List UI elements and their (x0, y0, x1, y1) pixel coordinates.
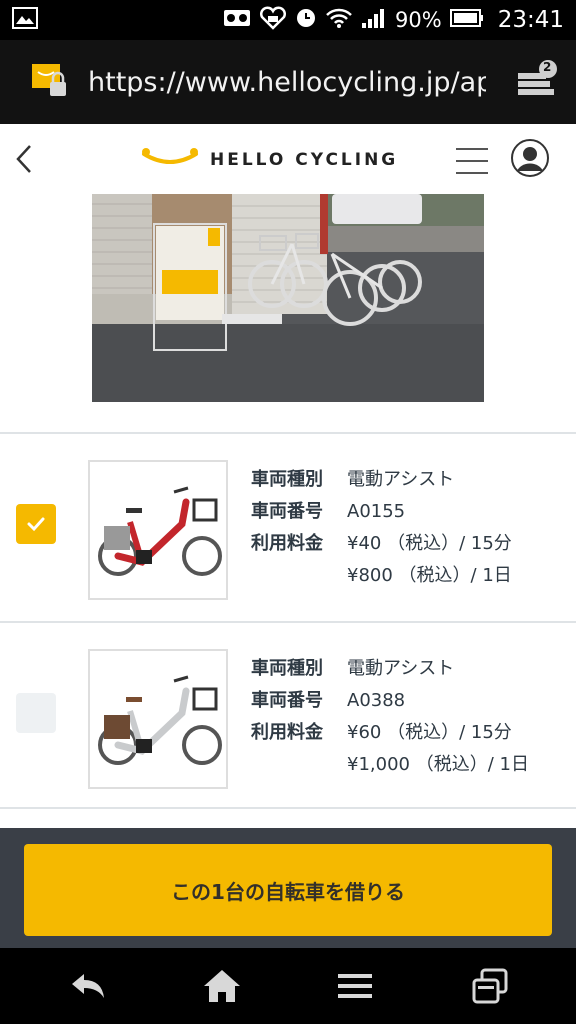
bike-1-checkbox[interactable] (16, 504, 56, 544)
logo-icon (140, 146, 200, 174)
bike-2-type-row: 車両種別 電動アシスト (251, 653, 529, 685)
bike-2-info: 車両種別 電動アシスト 車両番号 A0388 利用料金 ¥60 （税込）/ 15… (251, 653, 529, 781)
fee-label: 利用料金 (251, 533, 323, 554)
system-nav-bar (0, 948, 576, 1024)
clock: 23:41 (497, 7, 564, 33)
back-icon[interactable] (66, 966, 110, 1006)
vehicle-type-value: 電動アシスト (347, 469, 455, 490)
site-header: HELLO CYCLING (0, 124, 576, 194)
voicemail-icon (223, 8, 251, 32)
vehicle-number-label: 車両番号 (251, 690, 323, 711)
hamburger-menu-icon[interactable] (454, 144, 490, 178)
wifi-icon (325, 7, 353, 33)
battery-icon (449, 8, 484, 32)
bike-2-checkbox[interactable] (16, 693, 56, 733)
menu-icon[interactable] (334, 966, 378, 1006)
user-avatar-icon[interactable] (510, 138, 550, 182)
fee-value-day: ¥1,000 （税込）/ 1日 (347, 754, 529, 775)
footer-bar: この1台の自転車を借りる (0, 828, 576, 948)
tab-count: 2 (543, 60, 552, 74)
vehicle-type-value: 電動アシスト (347, 658, 455, 679)
browser-bar: https://www.hellocycling.jp/app 2 (0, 40, 576, 124)
fee-value-15min: ¥60 （税込）/ 15分 (347, 722, 512, 743)
heart-badge-icon (259, 6, 287, 34)
tabs-button[interactable]: 2 (514, 59, 560, 105)
bike-row-1[interactable]: 車両種別 電動アシスト 車両番号 A0155 利用料金 ¥40 （税込）/ 15… (0, 432, 576, 620)
home-icon[interactable] (200, 966, 244, 1006)
bike-1-number-row: 車両番号 A0155 (251, 496, 512, 528)
signal-icon (361, 7, 387, 33)
logo-text: HELLO CYCLING (210, 150, 399, 170)
image-icon (12, 7, 38, 33)
fee-value-15min: ¥40 （税込）/ 15分 (347, 533, 512, 554)
bike-1-info: 車両種別 電動アシスト 車両番号 A0155 利用料金 ¥40 （税込）/ 15… (251, 464, 512, 592)
bike-2-fee-row: 利用料金 ¥60 （税込）/ 15分 (251, 717, 529, 749)
fee-value-day: ¥800 （税込）/ 1日 (347, 565, 512, 586)
vehicle-number-label: 車両番号 (251, 501, 323, 522)
bike-1-type-row: 車両種別 電動アシスト (251, 464, 512, 496)
back-arrow-icon[interactable] (10, 142, 40, 176)
battery-percent: 90% (395, 8, 442, 32)
bike-1-fee-row: 利用料金 ¥40 （税込）/ 15分 (251, 528, 512, 560)
fee-label: 利用料金 (251, 722, 323, 743)
vehicle-number-value: A0155 (347, 501, 406, 522)
status-bar: 90% 23:41 (0, 0, 576, 40)
bike-row-2[interactable]: 車両種別 電動アシスト 車両番号 A0388 利用料金 ¥60 （税込）/ 15… (0, 621, 576, 809)
url-field[interactable]: https://www.hellocycling.jp/app (88, 67, 486, 98)
bike-1-image (88, 460, 228, 600)
bike-2-number-row: 車両番号 A0388 (251, 685, 529, 717)
site-lock-icon[interactable] (30, 60, 70, 104)
vehicle-type-label: 車両種別 (251, 658, 323, 679)
logo[interactable]: HELLO CYCLING (140, 146, 398, 174)
alarm-icon (295, 7, 317, 33)
vehicle-type-label: 車両種別 (251, 469, 323, 490)
station-photo (92, 194, 484, 402)
rent-bike-button[interactable]: この1台の自転車を借りる (24, 844, 552, 936)
bike-2-image (88, 649, 228, 789)
vehicle-number-value: A0388 (347, 690, 406, 711)
tabs-icon (514, 60, 560, 109)
checkmark-icon (16, 517, 56, 548)
recent-apps-icon[interactable] (468, 966, 512, 1006)
